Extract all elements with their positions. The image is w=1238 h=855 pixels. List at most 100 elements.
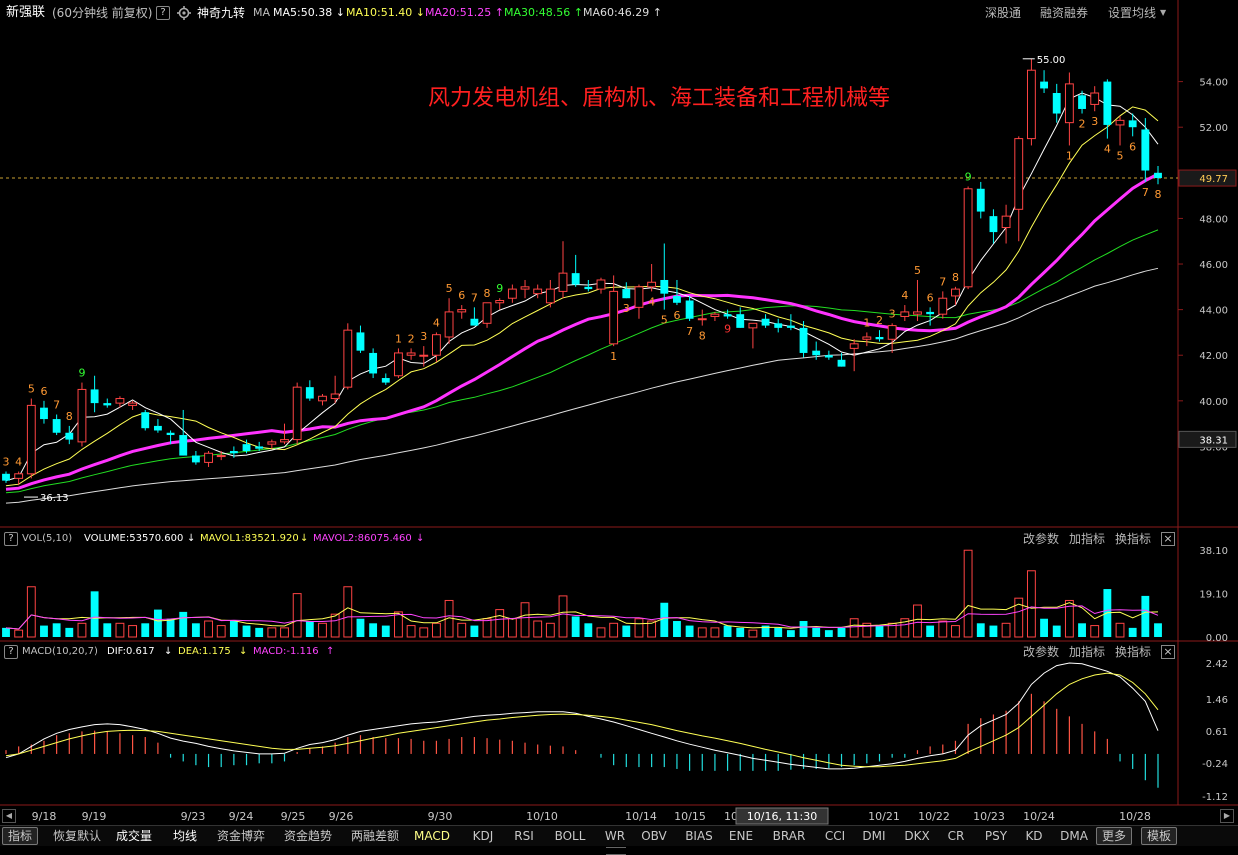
volume-bar (457, 622, 467, 638)
td-sequential-label: 8 (1155, 188, 1162, 201)
volume-close-icon[interactable]: × (1161, 532, 1175, 546)
indicator-tab[interactable]: DMI (859, 826, 889, 846)
volume-bar (1115, 622, 1125, 638)
mavol2-value: MAVOL2:86075.460 (313, 533, 412, 544)
indicator-tab[interactable]: BIAS (679, 826, 719, 846)
volume-bar (774, 627, 783, 637)
scroll-left-icon[interactable]: ◀ (2, 809, 16, 823)
candle-body (533, 288, 543, 295)
candle-body (115, 398, 125, 404)
scroll-right-icon[interactable]: ▶ (1220, 809, 1234, 823)
indicator-tab[interactable]: 均线 (168, 826, 202, 846)
candle-body (229, 450, 238, 454)
volume-tick-label: 0.00 (1206, 633, 1228, 644)
candle (141, 409, 150, 431)
td-sequential-label: 6 (1129, 140, 1136, 153)
td-sequential-label: 1 (395, 332, 402, 345)
volume-bar (748, 629, 758, 638)
macd-edit-params-button[interactable]: 改参数 (1023, 644, 1059, 660)
indicator-tab[interactable]: WR (601, 826, 629, 846)
indicator-tab[interactable]: 成交量 (112, 826, 156, 846)
candle-body (837, 359, 846, 367)
volume-bar (343, 586, 353, 638)
candle-body (141, 412, 150, 429)
candle (520, 279, 530, 299)
collapse-handle-icon[interactable] (606, 847, 626, 855)
candle-body (926, 311, 935, 315)
candle (824, 350, 833, 360)
indicator-tab[interactable]: 模板 (1141, 827, 1177, 845)
candle (1141, 118, 1150, 182)
indicator-tab[interactable]: 指标 (2, 827, 38, 845)
candle-body (1078, 95, 1086, 109)
indicator-tab[interactable]: CR (943, 826, 969, 846)
indicator-tab[interactable]: OBV (637, 826, 671, 846)
date-tick-label: 9/25 (281, 810, 306, 823)
candle-body (951, 288, 960, 297)
indicator-tab[interactable]: 资金博弈 (211, 826, 271, 846)
volume-bar (330, 613, 340, 638)
macd-close-icon[interactable]: × (1161, 645, 1175, 659)
dif-line (5, 662, 1159, 770)
candle-body (419, 354, 429, 357)
indicator-tab[interactable]: BOLL (549, 826, 591, 846)
kline-chart[interactable]: 3 45 67891 2 3456 7 8 91345 67 89 1 234567 8912 34567… (0, 0, 1238, 825)
candle-body (736, 314, 745, 328)
volume-add-indicator-button[interactable]: 加指标 (1069, 531, 1105, 547)
candle (267, 439, 277, 449)
volume-bar (179, 611, 188, 637)
candle (507, 284, 517, 303)
macd-help-icon[interactable]: ? (4, 645, 18, 659)
indicator-tab[interactable]: 资金趋势 (278, 826, 338, 846)
candle-body (723, 314, 732, 317)
indicator-tab[interactable]: BRAR (767, 826, 811, 846)
td-sequential-label: 3 (3, 456, 10, 469)
volume-edit-params-button[interactable]: 改参数 (1023, 531, 1059, 547)
indicator-tab[interactable]: PSY (979, 826, 1013, 846)
indicator-tab[interactable]: MACD (413, 826, 451, 846)
candle-body (40, 407, 48, 420)
volume-bar (153, 609, 162, 637)
td-sequential-label: 6 (458, 289, 465, 302)
macd-tick-label: -1.12 (1202, 792, 1228, 803)
indicator-tab[interactable]: ENE (724, 826, 758, 846)
candle (647, 264, 657, 292)
indicator-tab[interactable]: 两融差额 (345, 826, 405, 846)
candle-body (2, 473, 10, 481)
indicator-tab[interactable]: 恢复默认 (48, 826, 106, 846)
indicator-tab[interactable]: DMA (1058, 826, 1090, 846)
indicator-tab[interactable]: 更多 (1096, 827, 1132, 845)
candle-body (1141, 129, 1150, 171)
candle (697, 309, 707, 326)
macd-add-indicator-button[interactable]: 加指标 (1069, 644, 1105, 660)
macd-value: MACD:-1.116 (253, 646, 319, 657)
td-sequential-label: 3 (420, 330, 427, 343)
macd-header: ? MACD(10,20,7) DIF:0.617 ↓ DEA:1.175 ↓ … (4, 644, 1238, 660)
candle-body (343, 329, 353, 388)
candle (900, 305, 910, 322)
price-tick-label: 44.00 (1199, 306, 1228, 317)
indicator-tab[interactable]: KDJ (467, 826, 499, 846)
candle-body (52, 419, 61, 433)
indicator-tab[interactable]: CCI (820, 826, 850, 846)
indicator-tab[interactable]: DKX (900, 826, 934, 846)
volume-help-icon[interactable]: ? (4, 532, 18, 546)
volume-bar (634, 618, 644, 638)
volume-bar (875, 625, 884, 637)
candle (495, 298, 505, 310)
candle-body (1115, 119, 1125, 126)
macd-switch-indicator-button[interactable]: 换指标 (1115, 644, 1151, 660)
td-sequential-label: 4 (15, 456, 22, 469)
volume-bar (470, 625, 479, 637)
indicator-tab[interactable]: RSI (509, 826, 539, 846)
candle-body (609, 290, 619, 345)
volume-switch-indicator-button[interactable]: 换指标 (1115, 531, 1151, 547)
volume-bar (191, 623, 200, 637)
volume-bar (837, 627, 846, 637)
candle (305, 380, 314, 401)
td-sequential-label: 4 (1104, 143, 1111, 156)
candle (862, 332, 872, 347)
indicator-tab[interactable]: KD (1021, 826, 1047, 846)
volume-bar (216, 625, 226, 638)
candle (153, 419, 162, 433)
